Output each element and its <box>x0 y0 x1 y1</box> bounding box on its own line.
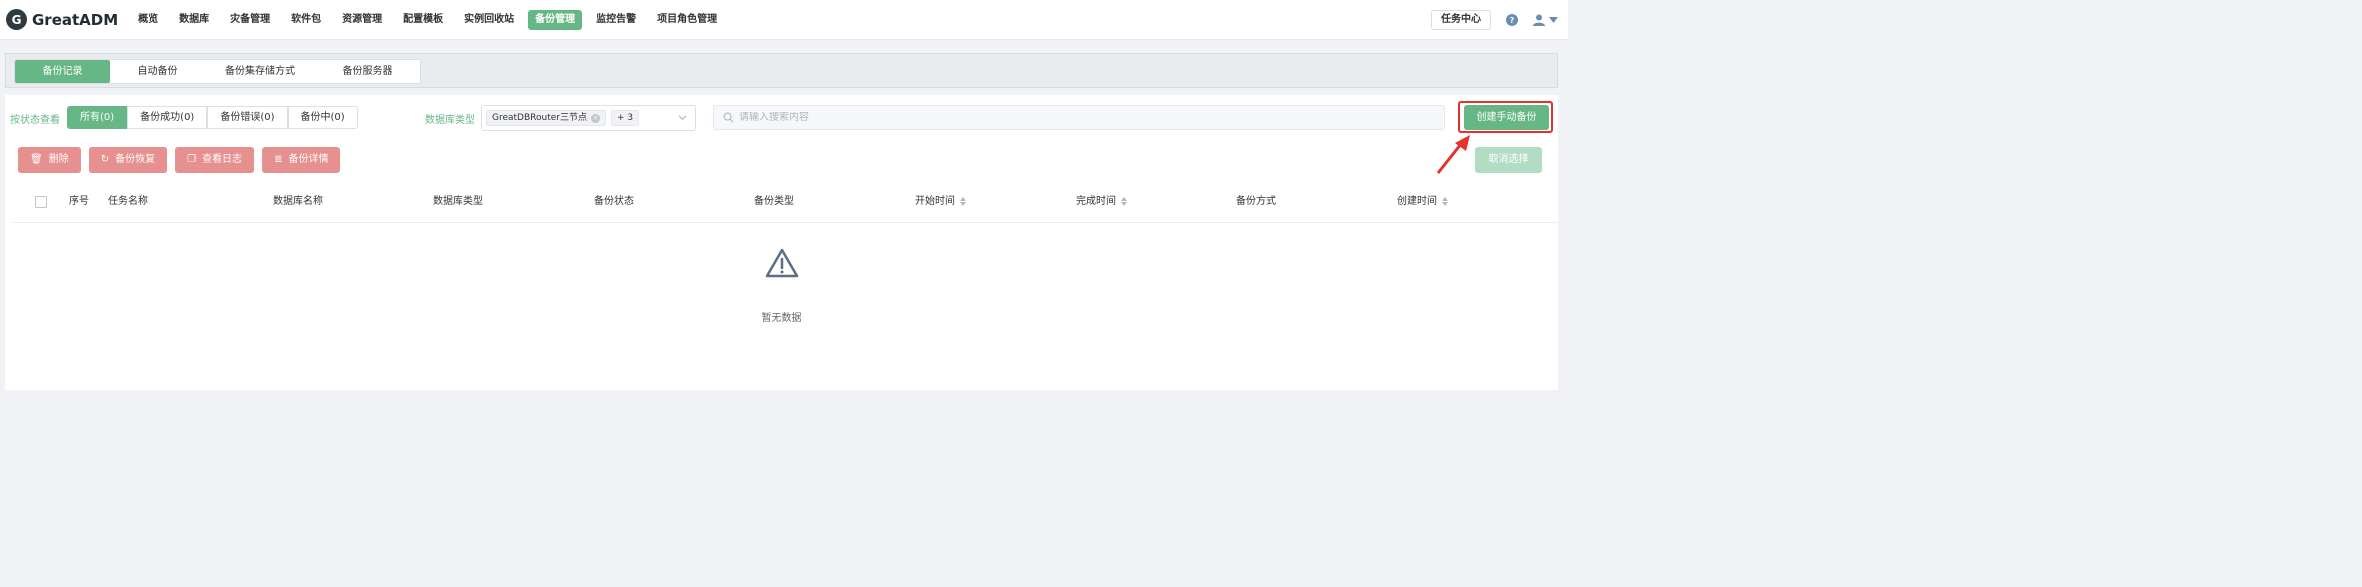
restore-button-label: 备份恢复 <box>115 154 156 165</box>
search-input[interactable] <box>739 112 1419 123</box>
details-button-label: 备份详情 <box>288 154 329 165</box>
status-filter-group: 所有(0) 备份成功(0) 备份错误(0) 备份中(0) <box>67 106 358 129</box>
cancel-selection-button[interactable]: 取消选择 <box>1475 147 1542 173</box>
view-log-button-label: 查看日志 <box>202 154 243 165</box>
menu-item-resources[interactable]: 资源管理 <box>335 10 389 30</box>
restore-button[interactable]: ↻ 备份恢复 <box>88 147 168 173</box>
delete-button-label: 删除 <box>48 154 69 165</box>
task-center-button[interactable]: 任务中心 <box>1431 10 1491 30</box>
annotation-arrow <box>1436 135 1470 174</box>
column-header-sortable[interactable]: 创建时间 <box>1397 180 1448 223</box>
tab-auto-backup[interactable]: 自动备份 <box>110 60 205 83</box>
app-name: GreatADM <box>32 10 119 29</box>
question-icon[interactable]: ? <box>1506 14 1518 26</box>
menu-item-config-templates[interactable]: 配置模板 <box>396 10 450 30</box>
status-success-button[interactable]: 备份成功(0) <box>127 106 208 129</box>
column-header-label: 完成时间 <box>1076 196 1116 207</box>
status-in-progress-button[interactable]: 备份中(0) <box>287 106 358 129</box>
db-type-more-tag: + 3 <box>611 110 640 126</box>
column-header: 备份类型 <box>754 196 794 207</box>
status-error-button[interactable]: 备份错误(0) <box>207 106 288 129</box>
column-header-label: 创建时间 <box>1397 196 1437 207</box>
app-logo[interactable]: G GreatADM <box>6 9 118 30</box>
select-all-checkbox[interactable] <box>35 195 47 208</box>
menu-item-database[interactable]: 数据库 <box>172 10 216 30</box>
status-all-button[interactable]: 所有(0) <box>67 106 128 129</box>
menu-item-packages[interactable]: 软件包 <box>284 10 328 30</box>
menu-item-monitoring[interactable]: 监控告警 <box>589 10 643 30</box>
top-nav: G GreatADM 概览 数据库 灾备管理 软件包 资源管理 配置模板 实例回… <box>0 0 1568 40</box>
annotation-highlight-box <box>1458 101 1553 133</box>
empty-state: 暂无数据 <box>5 223 1558 383</box>
column-header: 数据库名称 <box>273 196 323 207</box>
tab-backup-servers[interactable]: 备份服务器 <box>315 60 420 83</box>
db-type-tag-label: GreatDBRouter三节点 <box>492 113 587 123</box>
list-icon: ≣ <box>274 154 283 165</box>
trash-icon: 🗑 <box>30 154 43 165</box>
sort-icon[interactable] <box>1121 197 1127 206</box>
details-button[interactable]: ≣ 备份详情 <box>262 147 341 173</box>
tab-backup-records[interactable]: 备份记录 <box>15 60 110 83</box>
search-icon <box>723 112 734 123</box>
refresh-icon: ↻ <box>100 154 110 165</box>
view-log-button[interactable]: ❐ 查看日志 <box>175 147 255 173</box>
main-content: 按状态查看 所有(0) 备份成功(0) 备份错误(0) 备份中(0) 数据库类型… <box>5 95 1558 390</box>
column-header: 任务名称 <box>108 196 148 207</box>
select-all-cell <box>35 180 47 223</box>
search-box <box>713 105 1445 130</box>
delete-button[interactable]: 🗑 删除 <box>18 147 81 173</box>
column-header: 备份状态 <box>594 196 634 207</box>
db-type-select[interactable]: GreatDBRouter三节点 × + 3 <box>481 105 696 131</box>
tag-close-icon[interactable]: × <box>591 113 600 123</box>
user-icon <box>1533 14 1545 26</box>
logo-icon: G <box>6 9 27 30</box>
backup-tabs: 备份记录 自动备份 备份集存储方式 备份服务器 <box>14 59 421 84</box>
db-type-tag: GreatDBRouter三节点 × <box>486 110 606 126</box>
column-header-sortable[interactable]: 开始时间 <box>915 180 966 223</box>
db-type-label: 数据库类型 <box>425 115 475 126</box>
status-filter-label: 按状态查看 <box>10 115 60 126</box>
column-header-sortable[interactable]: 完成时间 <box>1076 180 1127 223</box>
top-nav-right: 任务中心 ? <box>1431 0 1568 40</box>
main-menu: 概览 数据库 灾备管理 软件包 资源管理 配置模板 实例回收站 备份管理 监控告… <box>131 9 731 30</box>
backup-tabs-strip: 备份记录 自动备份 备份集存储方式 备份服务器 <box>5 53 1558 88</box>
action-buttons: 🗑 删除 ↻ 备份恢复 ❐ 查看日志 ≣ 备份详情 <box>18 147 348 173</box>
user-menu[interactable] <box>1533 14 1558 26</box>
tab-storage-method[interactable]: 备份集存储方式 <box>205 60 315 83</box>
chevron-down-icon <box>678 115 687 121</box>
sort-icon[interactable] <box>1442 197 1448 206</box>
column-header: 数据库类型 <box>433 196 483 207</box>
menu-item-backup[interactable]: 备份管理 <box>528 9 583 30</box>
table-header: 序号 任务名称 数据库名称 数据库类型 备份状态 备份类型 开始时间 完成时间 … <box>12 180 1558 223</box>
column-header: 序号 <box>69 196 89 207</box>
menu-item-overview[interactable]: 概览 <box>131 10 165 30</box>
column-header: 备份方式 <box>1236 196 1276 207</box>
empty-state-text: 暂无数据 <box>761 313 802 324</box>
menu-item-recycle-bin[interactable]: 实例回收站 <box>457 10 521 30</box>
menu-item-project-roles[interactable]: 项目角色管理 <box>650 10 724 30</box>
caret-down-icon <box>1549 17 1558 23</box>
column-header-label: 开始时间 <box>915 196 955 207</box>
copy-icon: ❐ <box>187 154 197 165</box>
menu-item-disaster-recovery[interactable]: 灾备管理 <box>223 10 277 30</box>
warning-icon <box>765 248 799 278</box>
sort-icon[interactable] <box>960 197 966 206</box>
